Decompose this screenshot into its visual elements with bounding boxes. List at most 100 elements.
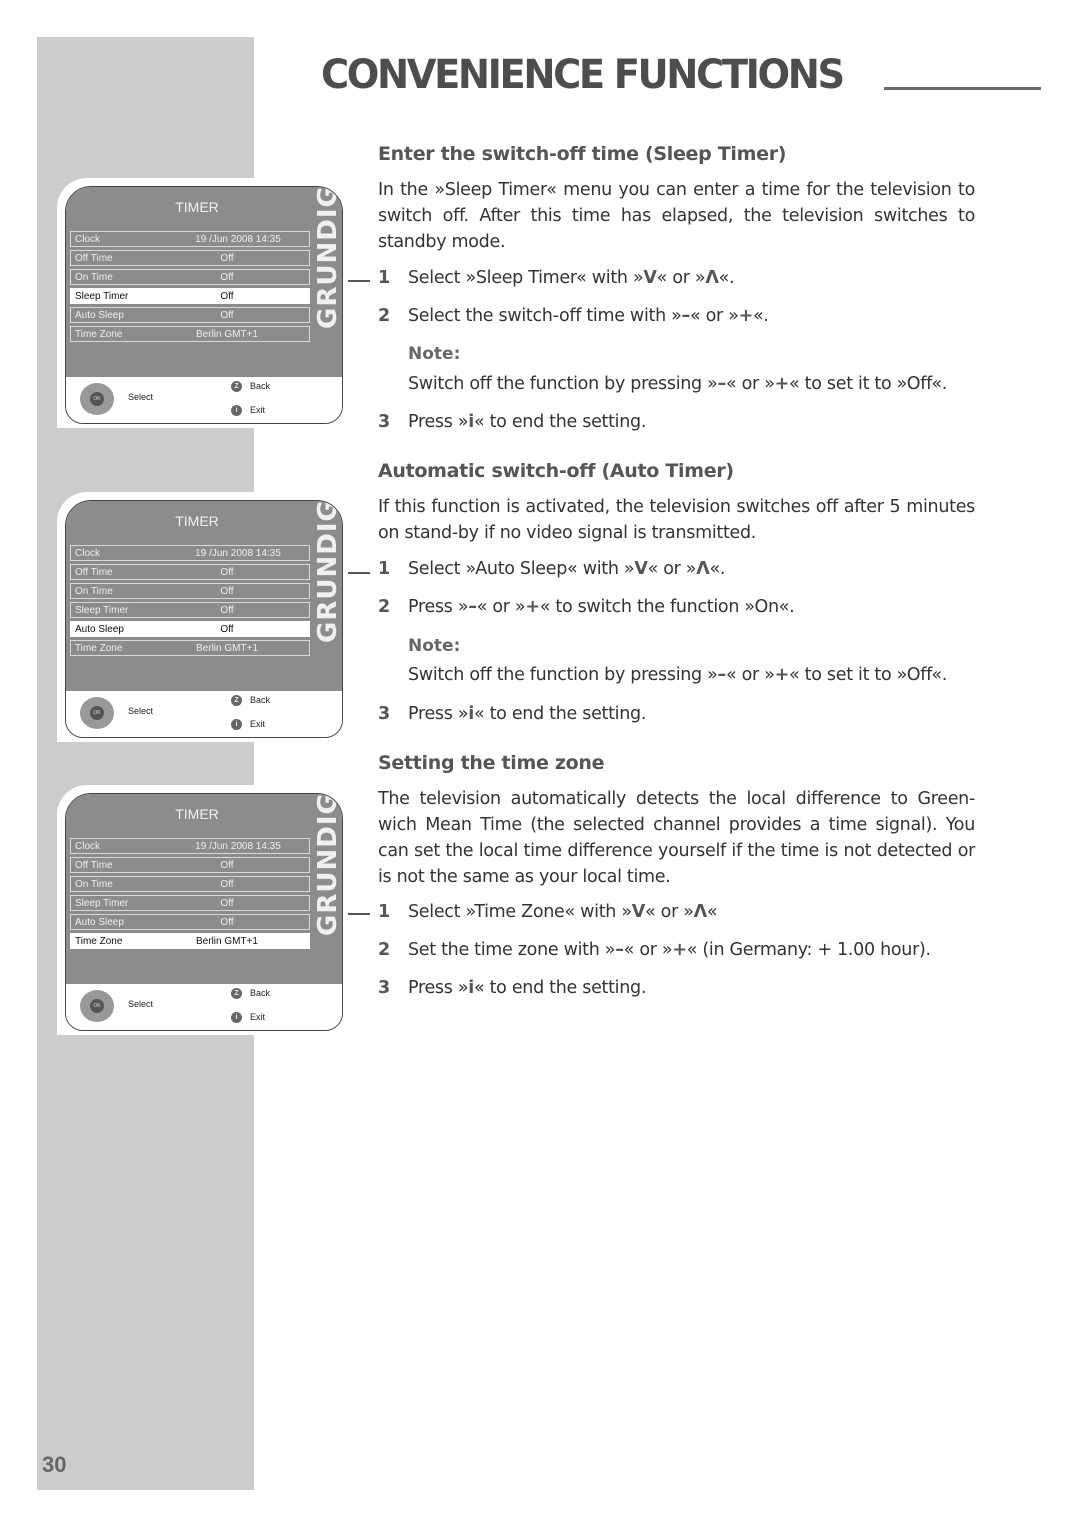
key-glyph: –	[717, 374, 727, 394]
key-glyph: V	[643, 268, 657, 288]
menu-row: Time Zone Berlin GMT+1	[70, 326, 310, 342]
menu-row: Clock 19 /Jun 2008 14:35	[70, 545, 310, 561]
menu-row-label: Auto Sleep	[75, 623, 124, 635]
tv-screen: TIMER Clock 19 /Jun 2008 14:35 Off Time …	[65, 186, 343, 424]
auto-note: Switch off the function by pressing »–« …	[408, 665, 947, 685]
menu-row: Sleep Timer Off	[70, 895, 310, 911]
key-glyph: +	[774, 665, 790, 685]
menu-row-value: Off	[220, 309, 234, 321]
key-glyph: V	[634, 559, 648, 579]
menu-row-value: Off	[220, 859, 234, 871]
menu-row: On Time Off	[70, 269, 310, 285]
menu-row-label: Auto Sleep	[75, 309, 124, 321]
menu-row-label: Off Time	[75, 252, 113, 264]
menu-row-value: 19 /Jun 2008 14:35	[195, 233, 281, 245]
menu-panel: TIMER Clock 19 /Jun 2008 14:35 Off Time …	[66, 187, 342, 377]
menu-rows: Clock 19 /Jun 2008 14:35 Off Time Off On…	[70, 838, 310, 952]
tz-intro: The television automatically detects the…	[378, 789, 975, 887]
brand-logo: GRUNDIG	[313, 186, 343, 329]
tz-step-3: 3 Press »i« to end the setting.	[378, 978, 647, 998]
tv-menu-screenshot: TIMER Clock 19 /Jun 2008 14:35 Off Time …	[57, 178, 347, 428]
select-label: Select	[128, 999, 154, 1009]
key-glyph: –	[717, 665, 727, 685]
auto-intro: If this function is activated, the telev…	[378, 497, 975, 543]
info-key-icon: i	[231, 405, 242, 416]
menu-footer: OK Select Z Back i Exit	[66, 691, 342, 737]
menu-row: Sleep Timer Off	[70, 602, 310, 618]
menu-row-label: Clock	[75, 547, 101, 559]
menu-footer: OK Select Z Back i Exit	[66, 377, 342, 423]
tv-screen: TIMER Clock 19 /Jun 2008 14:35 Off Time …	[65, 793, 343, 1031]
menu-row-label: Clock	[75, 233, 101, 245]
menu-row-label: Sleep Timer	[75, 604, 129, 616]
menu-row-label: Sleep Timer	[75, 897, 129, 909]
menu-panel: TIMER Clock 19 /Jun 2008 14:35 Off Time …	[66, 501, 342, 691]
callout-connector	[348, 280, 370, 282]
title-rule	[884, 87, 1041, 90]
menu-row-value: Off	[220, 290, 234, 302]
info-key-icon: i	[231, 1012, 242, 1023]
menu-row-label: Auto Sleep	[75, 916, 124, 928]
menu-row-value: Off	[220, 623, 234, 635]
menu-row-value: Berlin GMT+1	[196, 935, 258, 947]
dpad-icon: OK	[80, 697, 116, 731]
menu-row: Off Time Off	[70, 250, 310, 266]
menu-title: TIMER	[175, 513, 219, 529]
step-number: 3	[378, 704, 390, 724]
auto-step-3: 3 Press »i« to end the setting.	[378, 704, 647, 724]
key-glyph: +	[672, 940, 687, 960]
menu-rows: Clock 19 /Jun 2008 14:35 Off Time Off On…	[70, 231, 310, 345]
menu-row: Auto Sleep Off	[70, 621, 310, 637]
back-key-icon: Z	[231, 695, 242, 706]
menu-row-value: Berlin GMT+1	[196, 328, 258, 340]
menu-row: Off Time Off	[70, 564, 310, 580]
menu-row-value: Off	[220, 604, 234, 616]
menu-panel: TIMER Clock 19 /Jun 2008 14:35 Off Time …	[66, 794, 342, 984]
menu-row-value: Off	[220, 916, 234, 928]
menu-row-value: Off	[220, 878, 234, 890]
step-number: 3	[378, 978, 390, 998]
back-key-icon: Z	[231, 381, 242, 392]
step-number: 1	[378, 268, 390, 288]
key-glyph: +	[738, 306, 754, 326]
menu-row-value: Off	[220, 585, 234, 597]
menu-footer: OK Select Z Back i Exit	[66, 984, 342, 1030]
menu-row-label: Off Time	[75, 566, 113, 578]
menu-row: Auto Sleep Off	[70, 307, 310, 323]
key-glyph: +	[774, 374, 790, 394]
page-number: 30	[42, 1452, 67, 1477]
menu-row-value: 19 /Jun 2008 14:35	[195, 547, 281, 559]
step-number: 2	[378, 597, 390, 617]
menu-row-label: Clock	[75, 840, 101, 852]
auto-note-label: Note:	[408, 636, 461, 656]
menu-title: TIMER	[175, 199, 219, 215]
key-glyph: +	[525, 597, 540, 617]
step-number: 2	[378, 940, 390, 960]
menu-row-value: Off	[220, 566, 234, 578]
menu-row-label: Time Zone	[75, 935, 123, 947]
dpad-icon: OK	[80, 383, 116, 417]
key-glyph: –	[615, 940, 624, 960]
exit-label: Exit	[250, 1012, 266, 1022]
menu-row: On Time Off	[70, 583, 310, 599]
sleep-intro: In the »Sleep Timer« menu you can enter …	[378, 180, 975, 252]
menu-row: Auto Sleep Off	[70, 914, 310, 930]
menu-row-label: Sleep Timer	[75, 290, 129, 302]
step-number: 3	[378, 412, 390, 432]
tv-menu-screenshot: TIMER Clock 19 /Jun 2008 14:35 Off Time …	[57, 492, 347, 742]
brand-logo: GRUNDIG	[313, 793, 343, 936]
brand-logo: GRUNDIG	[313, 500, 343, 643]
menu-row-label: Time Zone	[75, 328, 123, 340]
heading-sleep-timer: Enter the switch-off time (Sleep Timer)	[378, 143, 787, 165]
callout-connector	[348, 913, 370, 915]
step-number: 2	[378, 306, 390, 326]
menu-row: On Time Off	[70, 876, 310, 892]
menu-row-label: Off Time	[75, 859, 113, 871]
dpad-icon: OK	[80, 990, 116, 1024]
menu-row-value: Off	[220, 271, 234, 283]
info-key-icon: i	[231, 719, 242, 730]
back-key-icon: Z	[231, 988, 242, 999]
auto-step-2: 2 Press »–« or »+« to switch the function…	[378, 597, 795, 617]
auto-step-1: 1 Select »Auto Sleep« with »V« or »Λ«.	[378, 559, 726, 579]
menu-row: Off Time Off	[70, 857, 310, 873]
